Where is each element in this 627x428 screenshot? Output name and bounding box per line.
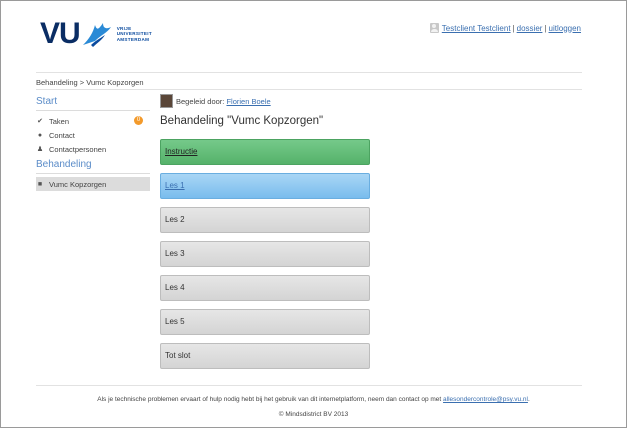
separator: | — [512, 23, 515, 33]
sidebar-item-taken[interactable]: ✔ Taken 0 — [36, 114, 150, 128]
user-name-link[interactable]: Testclient Testclient — [442, 24, 511, 33]
sidebar-heading-start[interactable]: Start — [36, 96, 150, 111]
page-title: Behandeling "Vumc Kopzorgen" — [160, 115, 324, 127]
counselor-link[interactable]: Florien Boele — [226, 97, 270, 106]
sidebar-item-label: Vumc Kopzorgen — [49, 179, 107, 189]
user-nav: Testclient Testclient | dossier | uitlog… — [429, 23, 581, 33]
guide-label: Begeleid door: — [176, 96, 225, 106]
chat-icon: ● — [37, 131, 43, 139]
breadcrumb: Behandeling > Vumc Kopzorgen — [36, 78, 144, 87]
divider — [36, 89, 582, 90]
sidebar-item-vumc-kopzorgen[interactable]: ■ Vumc Kopzorgen — [36, 177, 150, 191]
lesson-item-tot-slot[interactable]: Tot slot — [160, 343, 370, 369]
lesson-item-instructie[interactable]: Instructie — [160, 139, 370, 165]
person-icon: ♟ — [36, 146, 44, 153]
logout-link[interactable]: uitloggen — [549, 24, 581, 33]
vu-logo[interactable]: VU VRIJE UNIVERSITEIT AMSTERDAM — [40, 17, 152, 50]
counselor-photo — [160, 94, 173, 108]
task-count-badge: 0 — [134, 116, 143, 125]
university-line: AMSTERDAM — [116, 36, 150, 42]
griffin-icon — [82, 23, 111, 47]
sidebar-item-label: Taken — [49, 116, 70, 126]
lesson-item-les-3[interactable]: Les 3 — [160, 241, 370, 267]
folder-icon: ■ — [37, 180, 43, 188]
lesson-list: Instructie Les 1 Les 2 Les 3 Les 4 Les 5… — [160, 139, 370, 377]
separator: | — [544, 23, 547, 33]
lesson-item-les-4[interactable]: Les 4 — [160, 275, 370, 301]
university-line: UNIVERSITEIT — [116, 31, 152, 37]
divider — [36, 385, 582, 386]
sidebar: Start ✔ Taken 0 ● Contact ♟ Contactperso… — [36, 96, 150, 191]
dossier-link[interactable]: dossier — [517, 24, 543, 33]
lesson-item-les-1[interactable]: Les 1 — [160, 173, 370, 199]
footer-help-text: Als je technische problemen ervaart of h… — [97, 396, 442, 403]
lesson-item-les-2[interactable]: Les 2 — [160, 207, 370, 233]
guide-info: Begeleid door: Florien Boele — [160, 94, 271, 108]
vu-logo-text: VU — [40, 17, 81, 50]
copyright: © Mindsdistrict BV 2013 — [278, 411, 349, 418]
sidebar-item-contactpersonen[interactable]: ♟ Contactpersonen — [36, 142, 150, 156]
footer-help: Als je technische problemen ervaart of h… — [0, 396, 627, 403]
check-icon: ✔ — [37, 118, 43, 125]
lesson-item-les-5[interactable]: Les 5 — [160, 309, 370, 335]
sidebar-heading-behandeling[interactable]: Behandeling — [36, 159, 150, 174]
user-icon — [429, 23, 439, 33]
footer-period: . — [527, 396, 530, 403]
sidebar-item-label: Contactpersonen — [49, 144, 107, 154]
sidebar-item-contact[interactable]: ● Contact — [36, 128, 150, 142]
support-email-link[interactable]: allesondercontrole@psy.vu.nl — [443, 396, 528, 403]
divider — [36, 72, 582, 73]
sidebar-item-label: Contact — [49, 130, 75, 140]
university-name: VRIJE UNIVERSITEIT AMSTERDAM — [117, 26, 152, 43]
